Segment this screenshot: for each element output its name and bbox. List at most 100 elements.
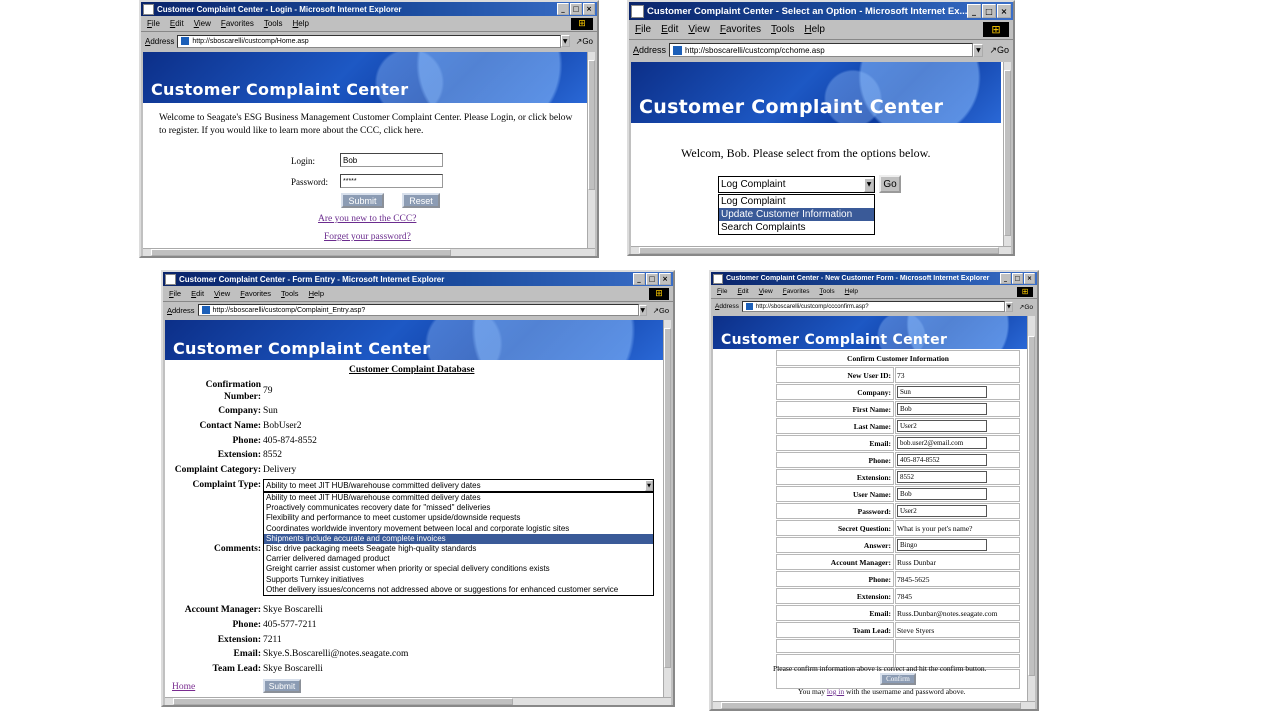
horizontal-scrollbar[interactable] [165, 697, 671, 705]
complaint-type-option[interactable]: Disc drive packaging meets Seagate high-… [264, 544, 653, 554]
go-button[interactable]: ↗Go [989, 45, 1009, 56]
horizontal-scrollbar[interactable] [143, 248, 595, 256]
complaint-type-option[interactable]: Greight carrier assist customer when pri… [264, 564, 653, 574]
address-input[interactable]: http://sboscarelli/custcomp/ccconfirm.as… [741, 301, 1005, 312]
menu-help[interactable]: Help [804, 24, 825, 35]
go-option-button[interactable]: Go [879, 175, 901, 193]
scroll-thumb[interactable] [721, 702, 1021, 709]
minimize-button[interactable]: _ [633, 273, 645, 285]
horizontal-scrollbar[interactable] [713, 701, 1035, 709]
menu-favorites[interactable]: Favorites [783, 288, 810, 295]
menu-edit[interactable]: Edit [170, 19, 184, 28]
complaint-type-option[interactable]: Other delivery issues/concerns not addre… [264, 585, 653, 595]
maximize-button[interactable]: □ [982, 4, 996, 18]
complaint-type-option[interactable]: Carrier delivered damaged product [264, 554, 653, 564]
menu-edit[interactable]: Edit [661, 24, 678, 35]
confirm-input[interactable]: bob.user2@email.com [897, 437, 987, 449]
vertical-scrollbar[interactable] [1003, 62, 1011, 246]
scroll-thumb[interactable] [588, 60, 595, 190]
menu-help[interactable]: Help [845, 288, 858, 295]
address-dropdown-arrow[interactable]: ▼ [638, 304, 647, 316]
option-title-bar[interactable]: Customer Complaint Center - Select an Op… [629, 2, 1013, 20]
menu-edit[interactable]: Edit [191, 289, 204, 298]
scroll-thumb[interactable] [639, 247, 999, 254]
menu-tools[interactable]: Tools [281, 289, 299, 298]
minimize-button[interactable]: _ [1000, 273, 1011, 284]
forgot-password-link[interactable]: Forget your password? [324, 232, 411, 242]
confirm-input[interactable]: Bingo [897, 539, 987, 551]
confirm-input[interactable]: Bob [897, 403, 987, 415]
menu-help[interactable]: Help [293, 19, 309, 28]
address-dropdown-arrow[interactable]: ▼ [973, 43, 984, 57]
menu-tools[interactable]: Tools [771, 24, 794, 35]
submit-button[interactable]: Submit [263, 679, 301, 693]
log-in-link[interactable]: log in [827, 687, 844, 696]
password-input[interactable]: ***** [340, 174, 443, 188]
scroll-thumb[interactable] [664, 328, 671, 668]
form-title-bar[interactable]: Customer Complaint Center - Form Entry -… [163, 272, 673, 286]
complaint-type-option[interactable]: Supports Turnkey initiatives [264, 575, 653, 585]
complaint-type-option[interactable]: Coordinates worldwide inventory movement… [264, 524, 653, 534]
menu-view[interactable]: View [759, 288, 773, 295]
confirm-input[interactable]: 405-874-8552 [897, 454, 987, 466]
menu-help[interactable]: Help [309, 289, 324, 298]
menu-favorites[interactable]: Favorites [720, 24, 761, 35]
menu-file[interactable]: File [717, 288, 728, 295]
login-title-bar[interactable]: Customer Complaint Center - Login - Micr… [141, 2, 597, 16]
submit-button[interactable]: Submit [341, 193, 384, 208]
menu-edit[interactable]: Edit [738, 288, 749, 295]
go-button[interactable]: ↗Go [1019, 303, 1033, 311]
reset-button[interactable]: Reset [402, 193, 440, 208]
maximize-button[interactable]: □ [646, 273, 658, 285]
scroll-thumb[interactable] [151, 249, 451, 256]
close-button[interactable]: × [997, 4, 1011, 18]
address-input[interactable]: http://sboscarelli/custcomp/cchome.asp [669, 43, 974, 57]
new-user-link[interactable]: Are you new to the CCC? [318, 214, 416, 224]
confirm-title-bar[interactable]: Customer Complaint Center - New Customer… [711, 272, 1037, 285]
complaint-type-option[interactable]: Proactively communicates recovery date f… [264, 503, 653, 513]
menu-favorites[interactable]: Favorites [240, 289, 271, 298]
option-item[interactable]: Log Complaint [719, 195, 874, 208]
confirm-input[interactable]: Bob [897, 488, 987, 500]
minimize-button[interactable]: _ [557, 3, 569, 15]
scroll-thumb[interactable] [1004, 70, 1011, 236]
complaint-type-option[interactable]: Ability to meet JIT HUB/warehouse commit… [264, 493, 653, 503]
address-dropdown-arrow[interactable]: ▼ [1004, 301, 1013, 312]
maximize-button[interactable]: □ [570, 3, 582, 15]
address-input[interactable]: http://sboscarelli/custcomp/Complaint_En… [197, 304, 639, 316]
address-dropdown-arrow[interactable]: ▼ [560, 35, 570, 47]
maximize-button[interactable]: □ [1012, 273, 1023, 284]
complaint-type-select[interactable]: Ability to meet JIT HUB/warehouse commit… [263, 479, 654, 492]
menu-file[interactable]: File [147, 19, 160, 28]
option-select[interactable]: Log Complaint ▼ [718, 176, 875, 193]
confirm-input[interactable]: User2 [897, 505, 987, 517]
confirm-input[interactable]: Sun [897, 386, 987, 398]
close-button[interactable]: × [1024, 273, 1035, 284]
menu-view[interactable]: View [214, 289, 230, 298]
menu-file[interactable]: File [169, 289, 181, 298]
menu-file[interactable]: File [635, 24, 651, 35]
confirm-button[interactable]: Confirm [880, 673, 916, 685]
menu-view[interactable]: View [194, 19, 211, 28]
go-button[interactable]: ↗Go [653, 306, 669, 315]
menu-favorites[interactable]: Favorites [221, 19, 254, 28]
scroll-thumb[interactable] [1028, 336, 1035, 676]
home-link[interactable]: Home [172, 682, 195, 692]
complaint-type-option[interactable]: Flexibility and performance to meet cust… [264, 513, 653, 523]
close-button[interactable]: × [583, 3, 595, 15]
go-button[interactable]: ↗Go [576, 37, 593, 46]
vertical-scrollbar[interactable] [1027, 316, 1035, 701]
menu-tools[interactable]: Tools [264, 19, 283, 28]
option-item[interactable]: Update Customer Information [719, 208, 874, 221]
menu-view[interactable]: View [688, 24, 710, 35]
vertical-scrollbar[interactable] [663, 320, 671, 697]
menu-tools[interactable]: Tools [819, 288, 834, 295]
confirm-input[interactable]: User2 [897, 420, 987, 432]
close-button[interactable]: × [659, 273, 671, 285]
vertical-scrollbar[interactable] [587, 52, 595, 248]
chevron-down-icon[interactable]: ▼ [645, 480, 653, 491]
scroll-thumb[interactable] [173, 698, 513, 705]
option-item[interactable]: Search Complaints [719, 221, 874, 234]
horizontal-scrollbar[interactable] [631, 246, 1011, 254]
minimize-button[interactable]: _ [967, 4, 981, 18]
